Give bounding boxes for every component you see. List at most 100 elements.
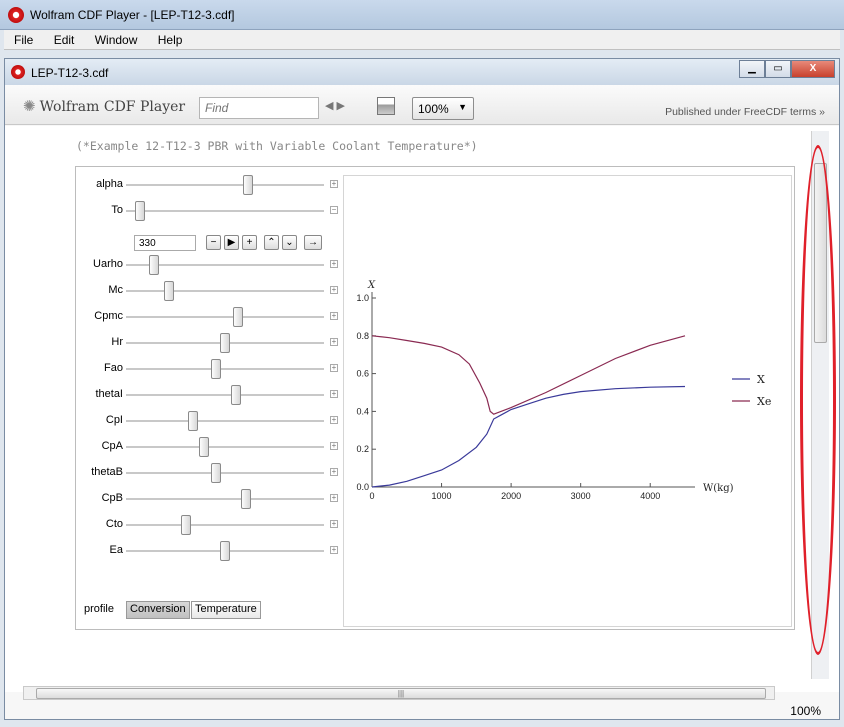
slider-thumb[interactable] [188, 411, 199, 431]
find-navigation: ◀▶ [325, 99, 348, 112]
app-icon [8, 7, 24, 23]
expand-icon[interactable]: + [330, 286, 338, 294]
slider-track[interactable] [126, 290, 324, 292]
notebook-content: (*Example 12-T12-3 PBR with Variable Coo… [5, 126, 839, 692]
legend-label: X [757, 373, 765, 386]
slider-label: Cto [105, 518, 123, 530]
menu-help[interactable]: Help [148, 30, 190, 47]
slider-thumb[interactable] [135, 201, 146, 221]
slider-thumb[interactable] [240, 489, 251, 509]
to-value-field[interactable] [134, 235, 196, 251]
slider-thumb[interactable] [220, 333, 230, 353]
y-tick-label: 0.0 [356, 482, 369, 492]
slider-row-cpb: CpB + [76, 489, 341, 509]
play-icon[interactable]: ▶ [224, 235, 239, 250]
collapse-icon[interactable]: − [330, 206, 338, 214]
slider-row-mc: Mc + [76, 281, 341, 301]
menu-file[interactable]: File [4, 30, 40, 47]
expand-icon[interactable]: + [330, 520, 338, 528]
slider-thumb[interactable] [220, 541, 230, 561]
slider-label: alpha [96, 178, 123, 190]
status-zoom[interactable]: 100% [790, 704, 821, 718]
slider-track[interactable] [126, 394, 324, 396]
slider-label: thetaI [95, 388, 123, 400]
zoom-value: 100% [418, 102, 449, 116]
slider-label: To [111, 204, 123, 216]
document-window: LEP-T12-3.cdf ▁ ▭ X ✺ Wolfram CDF Player … [4, 58, 840, 720]
slider-track[interactable] [126, 446, 324, 448]
slider-thumb[interactable] [233, 307, 244, 327]
chevron-down-icon: ▼ [458, 102, 467, 112]
wolfram-logo-icon: ✺ [23, 97, 36, 115]
expand-icon[interactable]: + [330, 416, 338, 424]
horizontal-scrollbar[interactable]: ||| [23, 686, 775, 700]
slider-thumb[interactable] [199, 437, 210, 457]
slider-row-cpi: CpI + [76, 411, 341, 431]
profile-conversion-button[interactable]: Conversion [126, 601, 190, 619]
slider-row-ea: Ea + [76, 541, 341, 561]
slower-icon[interactable]: ⌄ [282, 235, 297, 250]
expand-icon[interactable]: + [330, 442, 338, 450]
slider-thumb[interactable] [231, 385, 242, 405]
y-tick-label: 1.0 [356, 293, 369, 303]
x-tick-label: 1000 [432, 491, 452, 501]
minus-icon[interactable]: − [206, 235, 221, 250]
slider-row-to: To − [76, 201, 341, 221]
manipulate-panel: alpha + To − Uarho + Mc + Cpmc + Hr + Fao + thetaI + CpI… [75, 166, 795, 630]
slider-row-thetai: thetaI + [76, 385, 341, 405]
minimize-icon[interactable]: ▁ [739, 60, 765, 78]
expand-icon[interactable]: + [330, 468, 338, 476]
slider-track[interactable] [126, 316, 324, 318]
slider-thumb[interactable] [242, 175, 253, 195]
expand-icon[interactable]: + [330, 364, 338, 372]
horizontal-scroll-thumb[interactable]: ||| [36, 688, 766, 699]
slider-row-alpha: alpha + [76, 175, 341, 195]
menu-window[interactable]: Window [85, 30, 145, 47]
slider-track[interactable] [126, 498, 324, 500]
slider-track[interactable] [126, 524, 324, 526]
slider-track[interactable] [126, 472, 324, 474]
slider-track[interactable] [126, 420, 324, 422]
slider-row-cpmc: Cpmc + [76, 307, 341, 327]
expand-icon[interactable]: + [330, 312, 338, 320]
legend-label: Xe [757, 395, 771, 408]
y-tick-label: 0.4 [356, 406, 369, 416]
maximize-icon[interactable]: ▭ [765, 60, 791, 78]
find-previous-icon[interactable]: ◀ [325, 100, 336, 112]
y-axis-label: X [367, 280, 376, 291]
slider-track[interactable] [126, 184, 324, 186]
find-next-icon[interactable]: ▶ [336, 100, 347, 112]
brand-logo: ✺ Wolfram CDF Player [23, 97, 185, 115]
print-icon[interactable] [377, 97, 395, 115]
slider-track[interactable] [126, 210, 324, 212]
expand-icon[interactable]: + [330, 338, 338, 346]
document-title: LEP-T12-3.cdf [31, 66, 109, 80]
expand-icon[interactable]: + [330, 390, 338, 398]
slider-thumb[interactable] [180, 515, 191, 535]
faster-icon[interactable]: ⌃ [264, 235, 279, 250]
x-tick-label: 3000 [571, 491, 591, 501]
expand-icon[interactable]: + [330, 180, 338, 188]
expand-icon[interactable]: + [330, 260, 338, 268]
close-button[interactable]: X [791, 60, 835, 78]
direction-icon[interactable]: → [304, 235, 322, 250]
plus-icon[interactable]: + [242, 235, 257, 250]
expand-icon[interactable]: + [330, 494, 338, 502]
x-axis-label: W(kg) [703, 483, 734, 494]
expand-icon[interactable]: + [330, 546, 338, 554]
profile-temperature-button[interactable]: Temperature [191, 601, 261, 619]
slider-thumb[interactable] [163, 281, 174, 301]
slider-label: CpB [101, 492, 123, 504]
slider-thumb[interactable] [210, 359, 221, 379]
toolbar: ✺Wolfram CDF Player ◀▶ 100% ▼ Published u… [5, 85, 839, 125]
plot-area: 0 1000 2000 3000 4000 0.0 0.2 0.4 0.6 0.8 1.0 X W(kg… [343, 175, 792, 627]
slider-row-hr: Hr + [76, 333, 341, 353]
document-title-bar: LEP-T12-3.cdf ▁ ▭ X [5, 59, 839, 85]
slider-track[interactable] [126, 368, 324, 370]
find-input[interactable] [199, 97, 319, 119]
slider-thumb[interactable] [210, 463, 221, 483]
menu-edit[interactable]: Edit [44, 30, 82, 47]
slider-thumb[interactable] [148, 255, 159, 275]
published-link[interactable]: Published under FreeCDF terms » [665, 106, 825, 118]
zoom-select[interactable]: 100% ▼ [412, 97, 474, 120]
